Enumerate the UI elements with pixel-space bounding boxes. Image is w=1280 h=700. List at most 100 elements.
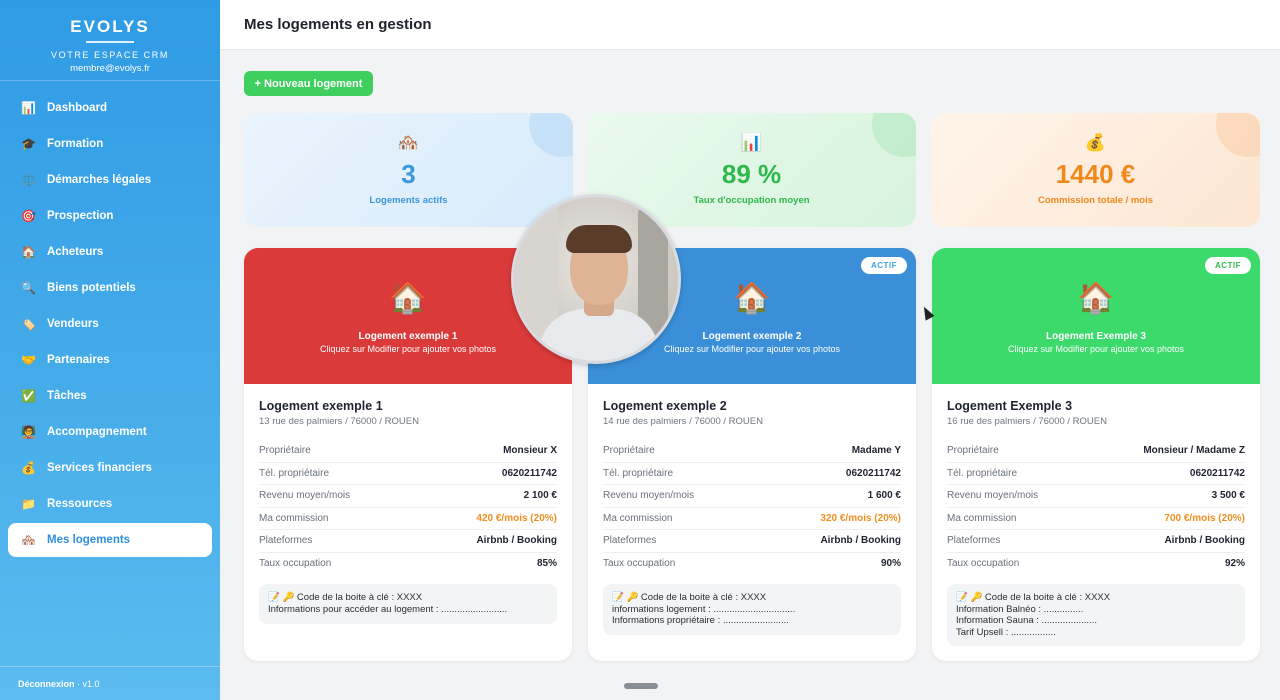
sidebar-item-vendeurs[interactable]: 🏷️ Vendeurs — [8, 307, 212, 341]
houses-icon: 🏘️ — [21, 533, 36, 547]
note-line: 📝 🔑 Code de la boite à clé : XXXX — [268, 592, 423, 603]
property-info-table: Propriétaire Monsieur / Madame Z Tél. pr… — [947, 440, 1245, 575]
sidebar-item-formation[interactable]: 🎓 Formation — [8, 127, 212, 161]
property-info-table: Propriétaire Madame Y Tél. propriétaire … — [603, 440, 901, 575]
sidebar-item-biens-potentiels[interactable]: 🔍 Biens potentiels — [8, 271, 212, 305]
property-details: Logement exemple 1 13 rue des palmiers /… — [244, 384, 572, 624]
sidebar-item-ressources[interactable]: 📁 Ressources — [8, 487, 212, 521]
stat-label: Commission totale / mois — [1037, 195, 1154, 206]
info-row-income: Revenu moyen/mois 2 100 € — [259, 485, 557, 508]
new-property-button[interactable]: + Nouveau logement — [244, 71, 373, 96]
info-label: Taux occupation — [603, 558, 676, 570]
info-value-owner: Monsieur / Madame Z — [1143, 445, 1245, 457]
note-line: Information Sauna : ....................… — [956, 615, 1097, 626]
info-value-occupancy: 92% — [1224, 558, 1245, 570]
scroll-indicator[interactable] — [624, 683, 658, 689]
top-header: Mes logements en gestion — [220, 0, 1280, 50]
info-row-owner: Propriétaire Monsieur / Madame Z — [947, 440, 1245, 463]
info-label: Revenu moyen/mois — [603, 490, 695, 502]
sidebar-item-label: Mes logements — [47, 534, 131, 546]
info-row-platforms: Plateformes Airbnb / Booking — [259, 530, 557, 553]
brand-logo[interactable]: EVOLYS — [0, 17, 220, 37]
money-bag-icon: 💰 — [21, 461, 36, 475]
info-value-income: 3 500 € — [1211, 490, 1245, 502]
access-notes: 📝 🔑 Code de la boite à clé : XXXX Informa… — [947, 584, 1245, 646]
stat-card-commission: 💰 1440 € Commission totale / mois — [931, 113, 1260, 227]
sidebar-nav: 📊 Dashboard 🎓 Formation ⚖️ Démarches légales 🎯… — [0, 81, 220, 557]
note-line: 📝 🔑 Code de la boite à clé : XXXX — [956, 592, 1111, 603]
sidebar-item-taches[interactable]: ✅ Tâches — [8, 379, 212, 413]
graduation-cap-icon: 🎓 — [21, 137, 36, 151]
info-label: Revenu moyen/mois — [947, 490, 1039, 502]
sidebar-item-prospection[interactable]: 🎯 Prospection — [8, 199, 212, 233]
info-value-owner: Monsieur X — [503, 445, 557, 457]
info-row-phone: Tél. propriétaire 0620211742 — [947, 463, 1245, 485]
note-line: Information Balnéo : ............... — [956, 603, 1084, 615]
webcam-overlay[interactable] — [511, 194, 681, 364]
sidebar-item-dashboard[interactable]: 📊 Dashboard — [8, 91, 212, 125]
property-address: 14 rue des palmiers / 76000 / ROUEN — [603, 416, 763, 427]
houses-icon: 🏘️ — [397, 133, 420, 152]
page-title: Mes logements en gestion — [244, 16, 432, 33]
access-notes: 📝 🔑 Code de la boite à clé : XXXX informa… — [603, 584, 901, 635]
info-row-owner: Propriétaire Monsieur X — [259, 440, 557, 463]
money-bag-icon: 💰 — [1084, 133, 1107, 152]
property-photo-banner[interactable]: ACTIF 🏠 Logement Exemple 3 Cliquez sur Mo… — [932, 248, 1260, 384]
info-row-occupancy: Taux occupation 90% — [603, 553, 901, 576]
info-value-platforms: Airbnb / Booking — [476, 535, 557, 547]
banner-property-name: Logement Exemple 3 — [1045, 331, 1147, 342]
sidebar-item-services-financiers[interactable]: 💰 Services financiers — [8, 451, 212, 485]
note-line: Tarif Upsell : ................. — [956, 626, 1056, 638]
logout-link[interactable]: Déconnexion — [18, 679, 75, 689]
check-icon: ✅ — [21, 389, 36, 403]
webcam-person-hair — [566, 225, 632, 253]
teacher-icon: 🧑‍🏫 — [21, 425, 36, 439]
property-address: 16 rue des palmiers / 76000 / ROUEN — [947, 416, 1107, 427]
property-details: Logement exemple 2 14 rue des palmiers /… — [588, 384, 916, 635]
info-label: Ma commission — [603, 512, 673, 524]
property-card-3[interactable]: ACTIF 🏠 Logement Exemple 3 Cliquez sur Mo… — [932, 248, 1260, 661]
info-label: Plateformes — [947, 535, 1001, 547]
stat-value: 3 — [401, 159, 416, 189]
sidebar-item-partenaires[interactable]: 🤝 Partenaires — [8, 343, 212, 377]
info-row-platforms: Plateformes Airbnb / Booking — [947, 530, 1245, 553]
sidebar-item-label: Accompagnement — [47, 426, 147, 438]
info-row-phone: Tél. propriétaire 0620211742 — [603, 463, 901, 485]
info-row-occupancy: Taux occupation 92% — [947, 553, 1245, 576]
info-value-occupancy: 85% — [536, 558, 557, 570]
info-value-occupancy: 90% — [880, 558, 901, 570]
info-value-phone: 0620211742 — [501, 467, 557, 479]
info-label: Propriétaire — [259, 445, 311, 457]
dashboard-icon: 📊 — [21, 101, 36, 115]
info-value-phone: 0620211742 — [1189, 467, 1245, 479]
sidebar-item-mes-logements[interactable]: 🏘️ Mes logements — [8, 523, 212, 557]
info-label: Tél. propriétaire — [947, 467, 1018, 479]
sidebar-item-label: Partenaires — [47, 354, 110, 366]
info-row-income: Revenu moyen/mois 3 500 € — [947, 485, 1245, 508]
info-row-income: Revenu moyen/mois 1 600 € — [603, 485, 901, 508]
property-info-table: Propriétaire Monsieur X Tél. propriétair… — [259, 440, 557, 575]
brand-divider — [86, 41, 134, 43]
sidebar-item-label: Formation — [47, 138, 104, 150]
scales-icon: ⚖️ — [21, 173, 36, 187]
note-line: Informations propriétaire : ............… — [612, 615, 789, 626]
sidebar-item-label: Démarches légales — [47, 174, 152, 186]
brand-block: EVOLYS VOTRE ESPACE CRM membre@evolys.fr — [0, 0, 220, 81]
tag-icon: 🏷️ — [21, 317, 36, 331]
info-row-commission: Ma commission 700 €/mois (20%) — [947, 508, 1245, 530]
sidebar: EVOLYS VOTRE ESPACE CRM membre@evolys.fr… — [0, 0, 220, 700]
folder-icon: 📁 — [21, 497, 36, 511]
info-value-phone: 0620211742 — [845, 467, 901, 479]
info-value-commission: 320 €/mois (20%) — [820, 512, 901, 524]
property-details: Logement Exemple 3 16 rue des palmiers /… — [932, 384, 1260, 646]
info-row-commission: Ma commission 320 €/mois (20%) — [603, 508, 901, 530]
info-row-platforms: Plateformes Airbnb / Booking — [603, 530, 901, 553]
sidebar-item-acheteurs[interactable]: 🏠 Acheteurs — [8, 235, 212, 269]
sidebar-item-accompagnement[interactable]: 🧑‍🏫 Accompagnement — [8, 415, 212, 449]
webcam-person-torso — [539, 309, 659, 361]
info-label: Propriétaire — [603, 445, 655, 457]
sidebar-item-demarches-legales[interactable]: ⚖️ Démarches légales — [8, 163, 212, 197]
status-badge: ACTIF — [1204, 257, 1251, 274]
info-value-commission: 700 €/mois (20%) — [1164, 512, 1245, 524]
sidebar-item-label: Tâches — [47, 390, 87, 402]
